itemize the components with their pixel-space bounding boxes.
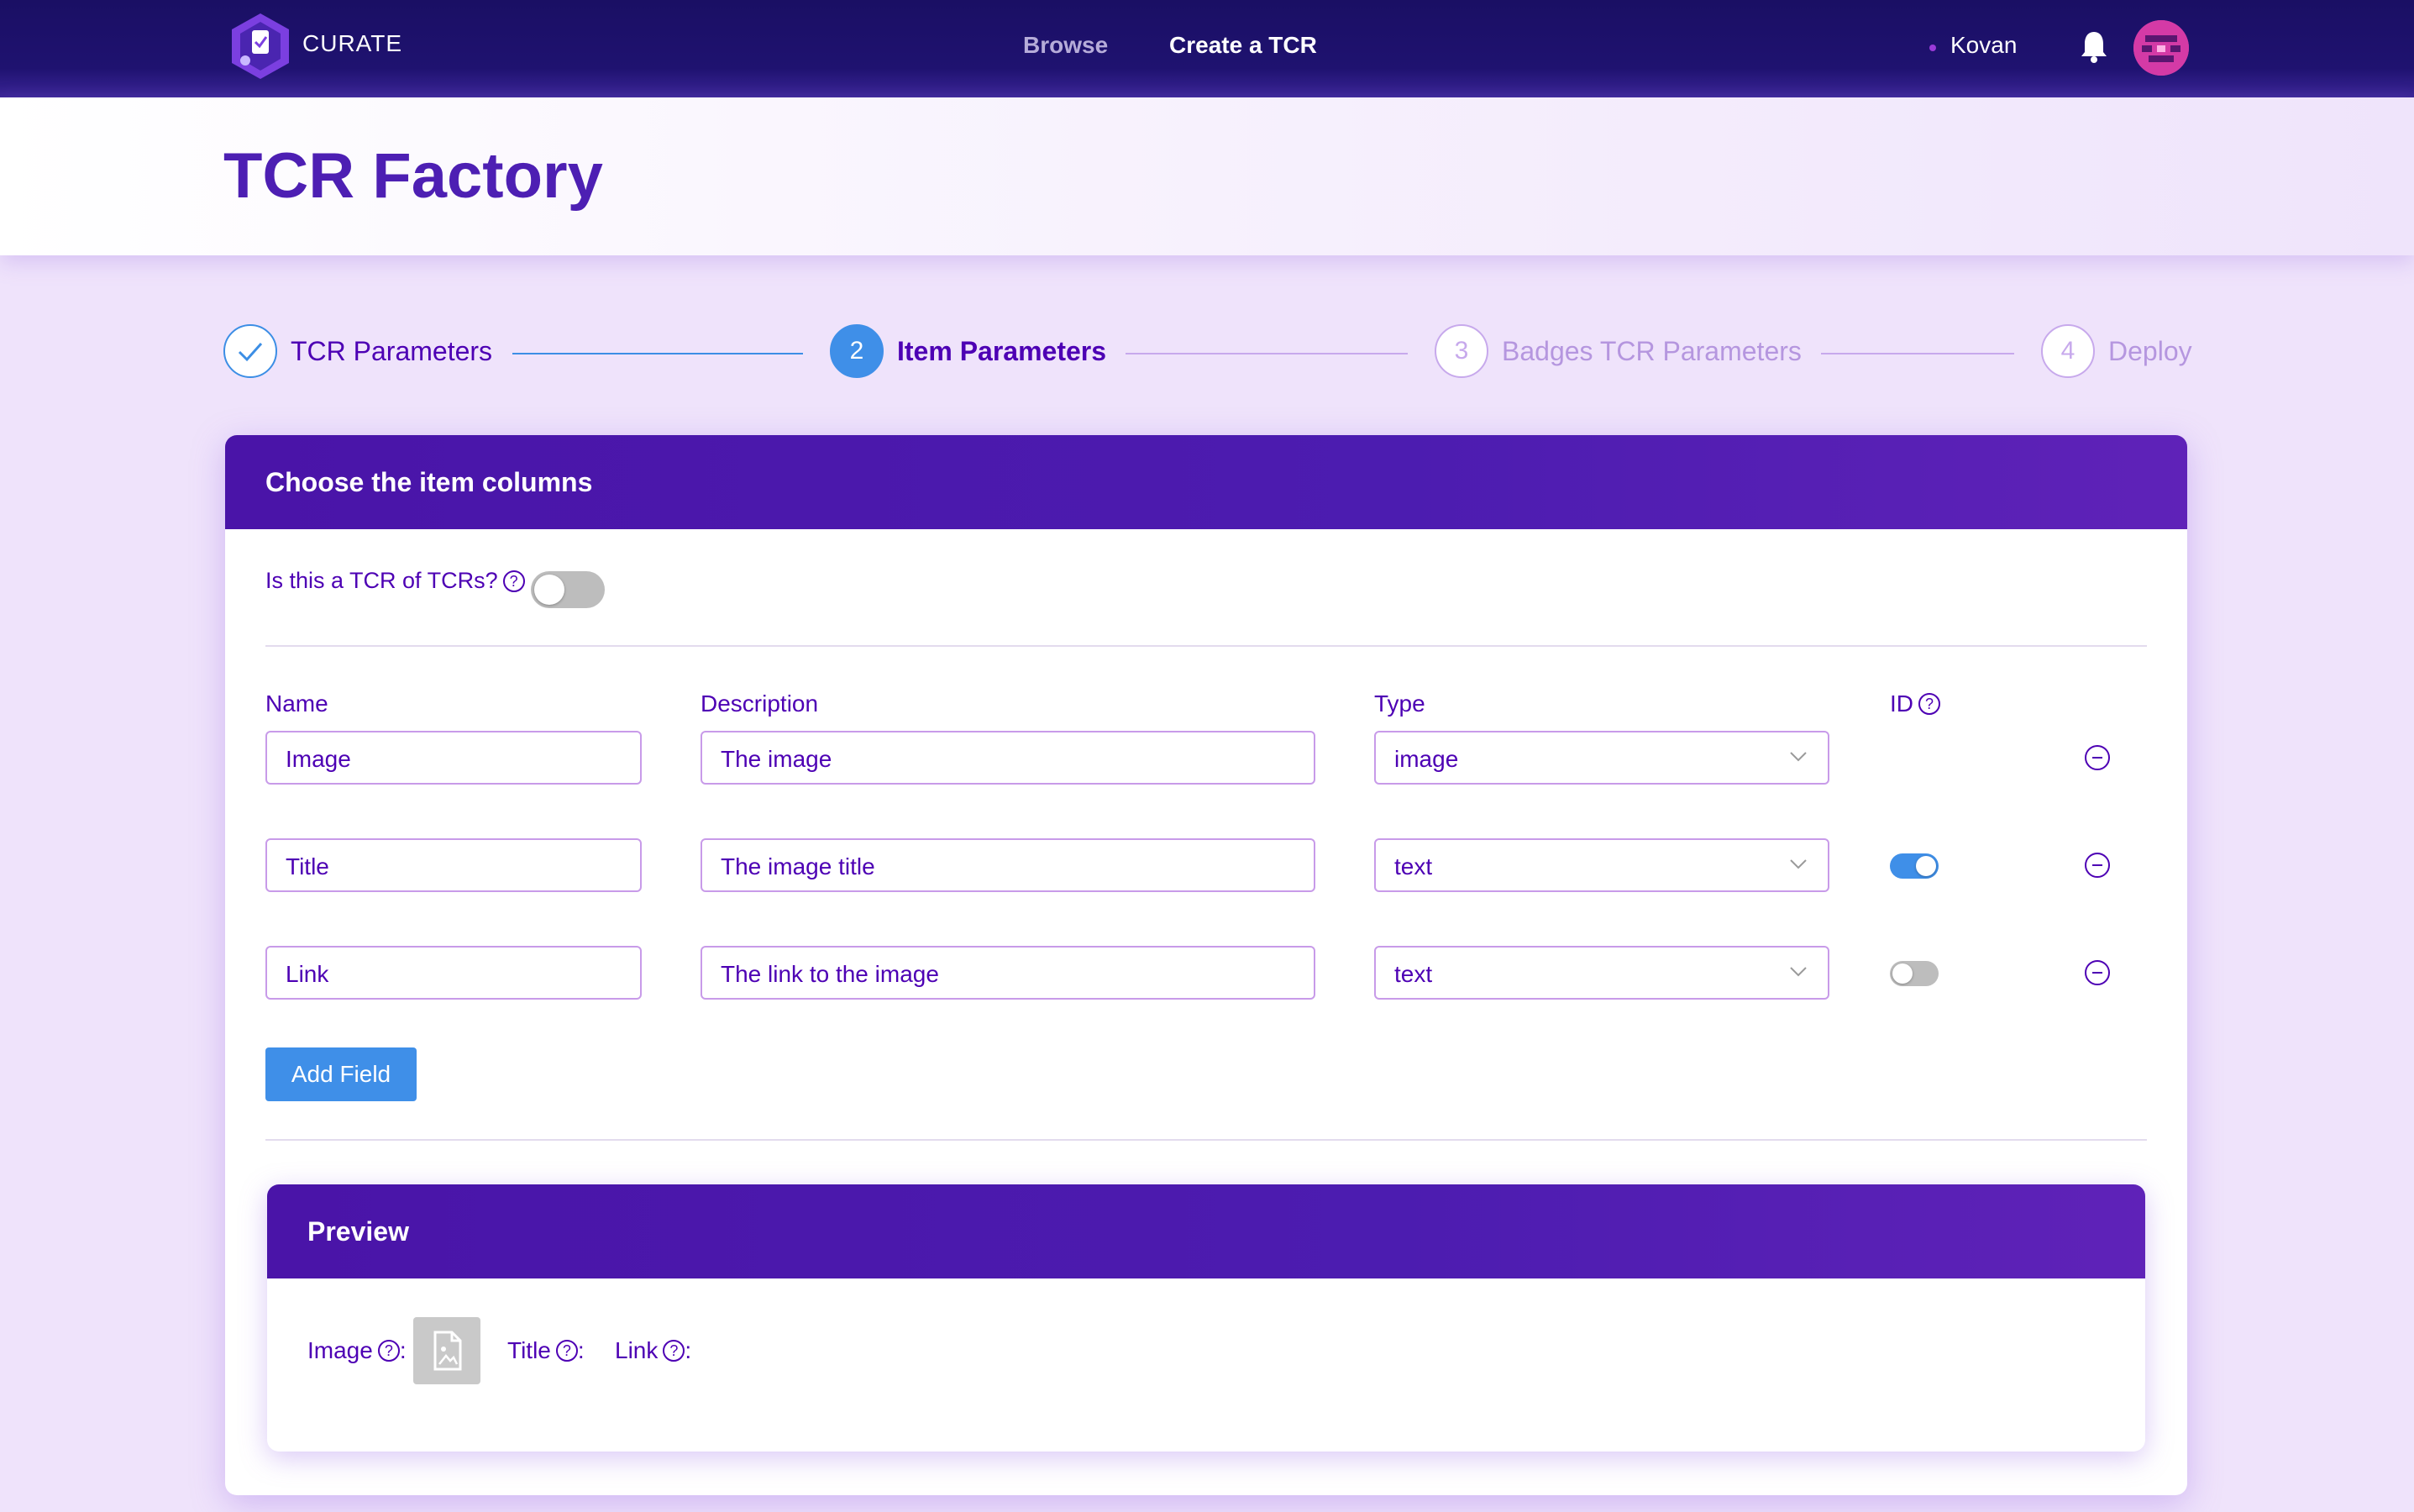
help-icon[interactable]: ? (555, 1340, 578, 1362)
step-3-number[interactable]: 3 (1435, 324, 1488, 378)
toggle-knob (1916, 856, 1936, 876)
remove-field-icon[interactable] (2085, 960, 2110, 985)
remove-field-icon[interactable] (2085, 745, 2110, 770)
header-band: TCR Factory (0, 97, 2414, 255)
field-type-value: text (1394, 961, 1433, 987)
field-type-value: image (1394, 746, 1459, 772)
preview-image-text: Image (307, 1337, 373, 1363)
step-connector (1821, 353, 2014, 354)
field-description-input[interactable]: The link to the image (701, 946, 1315, 1000)
tcr-of-tcrs-toggle[interactable] (531, 571, 605, 608)
step-connector (512, 353, 803, 354)
step-4-number[interactable]: 4 (2041, 324, 2095, 378)
field-name-input[interactable]: Image (265, 731, 642, 785)
network-status-dot (1929, 45, 1936, 51)
item-columns-card: Choose the item columns Is this a TCR of… (225, 435, 2187, 1495)
preview-colon: : (399, 1337, 407, 1363)
field-description-input[interactable]: The image title (701, 838, 1315, 892)
nav-browse-link[interactable]: Browse (1023, 32, 1108, 59)
divider (265, 1139, 2147, 1141)
curate-logo-icon[interactable] (228, 12, 292, 81)
step-3-label[interactable]: Badges TCR Parameters (1502, 336, 1802, 367)
logo-text[interactable]: CURATE (302, 30, 402, 57)
toggle-knob (534, 575, 564, 605)
help-icon[interactable]: ? (377, 1340, 400, 1362)
step-connector (1126, 353, 1408, 354)
column-header-description: Description (701, 690, 819, 717)
identicon-icon (2133, 20, 2189, 76)
page-title: TCR Factory (223, 140, 603, 212)
step-1-check-icon[interactable] (223, 324, 277, 378)
preview-colon: : (577, 1337, 585, 1363)
tcr-of-tcrs-row: Is this a TCR of TCRs? ? (265, 568, 525, 594)
preview-card: Preview Image ? : Title ? : Link ? : (267, 1184, 2145, 1452)
top-nav: CURATE Browse Create a TCR Kovan (0, 0, 2414, 97)
id-toggle[interactable] (1890, 853, 1939, 879)
field-name-input[interactable]: Title (265, 838, 642, 892)
field-type-select[interactable]: image (1374, 731, 1829, 785)
step-4-label[interactable]: Deploy (2108, 336, 2192, 367)
bell-icon[interactable] (2078, 29, 2110, 64)
field-type-select[interactable]: text (1374, 838, 1829, 892)
chevron-down-icon (1790, 859, 1807, 869)
network-name: Kovan (1950, 32, 2018, 58)
column-header-name: Name (265, 690, 328, 717)
step-2-number[interactable]: 2 (830, 324, 884, 378)
field-name-input[interactable]: Link (265, 946, 642, 1000)
avatar[interactable] (2133, 20, 2189, 76)
help-icon[interactable]: ? (1918, 693, 1940, 715)
step-1-label[interactable]: TCR Parameters (291, 336, 492, 367)
preview-link-text: Link (615, 1337, 659, 1363)
check-icon (238, 342, 263, 362)
step-2-label[interactable]: Item Parameters (897, 336, 1106, 367)
add-field-button[interactable]: Add Field (265, 1047, 417, 1101)
tcr-of-tcrs-label: Is this a TCR of TCRs? (265, 568, 498, 593)
image-placeholder (413, 1317, 480, 1384)
column-header-id: ID ? (1890, 690, 1940, 717)
field-type-value: text (1394, 853, 1433, 879)
column-header-type: Type (1374, 690, 1425, 717)
help-icon[interactable]: ? (663, 1340, 685, 1362)
nav-create-tcr-link[interactable]: Create a TCR (1169, 32, 1317, 59)
chevron-down-icon (1790, 967, 1807, 977)
field-description-input[interactable]: The image (701, 731, 1315, 785)
help-icon[interactable]: ? (502, 570, 525, 592)
divider (265, 645, 2147, 647)
column-header-id-label: ID (1890, 690, 1913, 717)
toggle-knob (1892, 963, 1913, 984)
preview-colon: : (685, 1337, 692, 1363)
preview-title: Preview (267, 1184, 2145, 1278)
file-image-icon (433, 1331, 462, 1371)
preview-image-label: Image ? : (307, 1337, 407, 1364)
field-type-select[interactable]: text (1374, 946, 1829, 1000)
card-title: Choose the item columns (225, 435, 2187, 529)
preview-link-label: Link ? : (615, 1337, 691, 1364)
id-toggle[interactable] (1890, 961, 1939, 986)
remove-field-icon[interactable] (2085, 853, 2110, 878)
preview-title-label: Title ? : (507, 1337, 585, 1364)
preview-title-text: Title (507, 1337, 551, 1363)
chevron-down-icon (1790, 752, 1807, 762)
